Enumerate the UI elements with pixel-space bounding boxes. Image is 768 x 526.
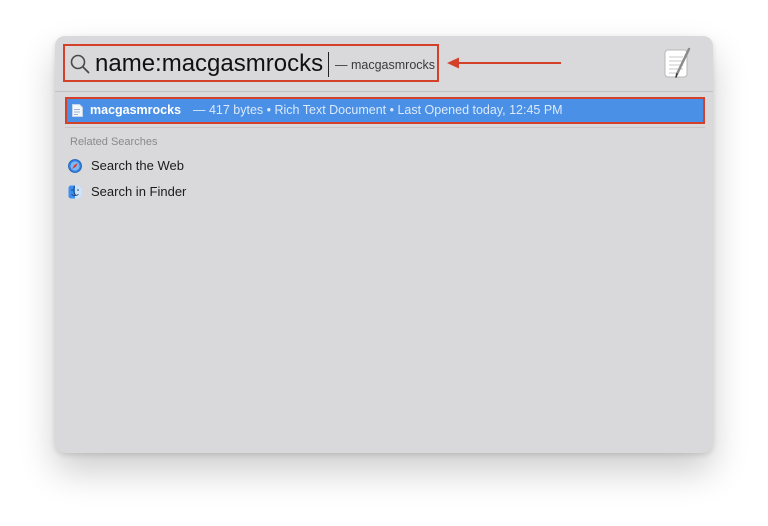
results-divider (65, 127, 705, 128)
textedit-icon (664, 47, 691, 78)
result-name: macgasmrocks (90, 103, 182, 117)
search-icon (70, 54, 90, 74)
search-in-finder-label: Search in Finder (91, 184, 187, 199)
rich-text-document-icon (72, 104, 83, 117)
top-hit-result[interactable]: macgasmrocks — 417 bytes • Rich Text Doc… (65, 97, 705, 124)
safari-icon (68, 159, 82, 173)
text-caret (328, 52, 329, 77)
result-details: — 417 bytes • Rich Text Document • Last … (193, 103, 563, 117)
search-query[interactable]: name:macgasmrocks (95, 50, 323, 78)
annotation-arrow-icon (447, 57, 561, 69)
search-completion: — macgasmrocks (335, 58, 436, 72)
finder-icon (68, 185, 82, 199)
search-the-web-item[interactable]: Search the Web (68, 156, 228, 176)
related-searches-heading: Related Searches (70, 136, 158, 148)
spotlight-window: name:macgasmrocks — macgasmrocks macgasm… (55, 36, 713, 453)
search-the-web-label: Search the Web (91, 158, 184, 173)
search-field[interactable]: name:macgasmrocks — macgasmrocks (63, 44, 439, 82)
search-in-finder-item[interactable]: Search in Finder (68, 182, 228, 202)
header-divider (55, 91, 713, 92)
